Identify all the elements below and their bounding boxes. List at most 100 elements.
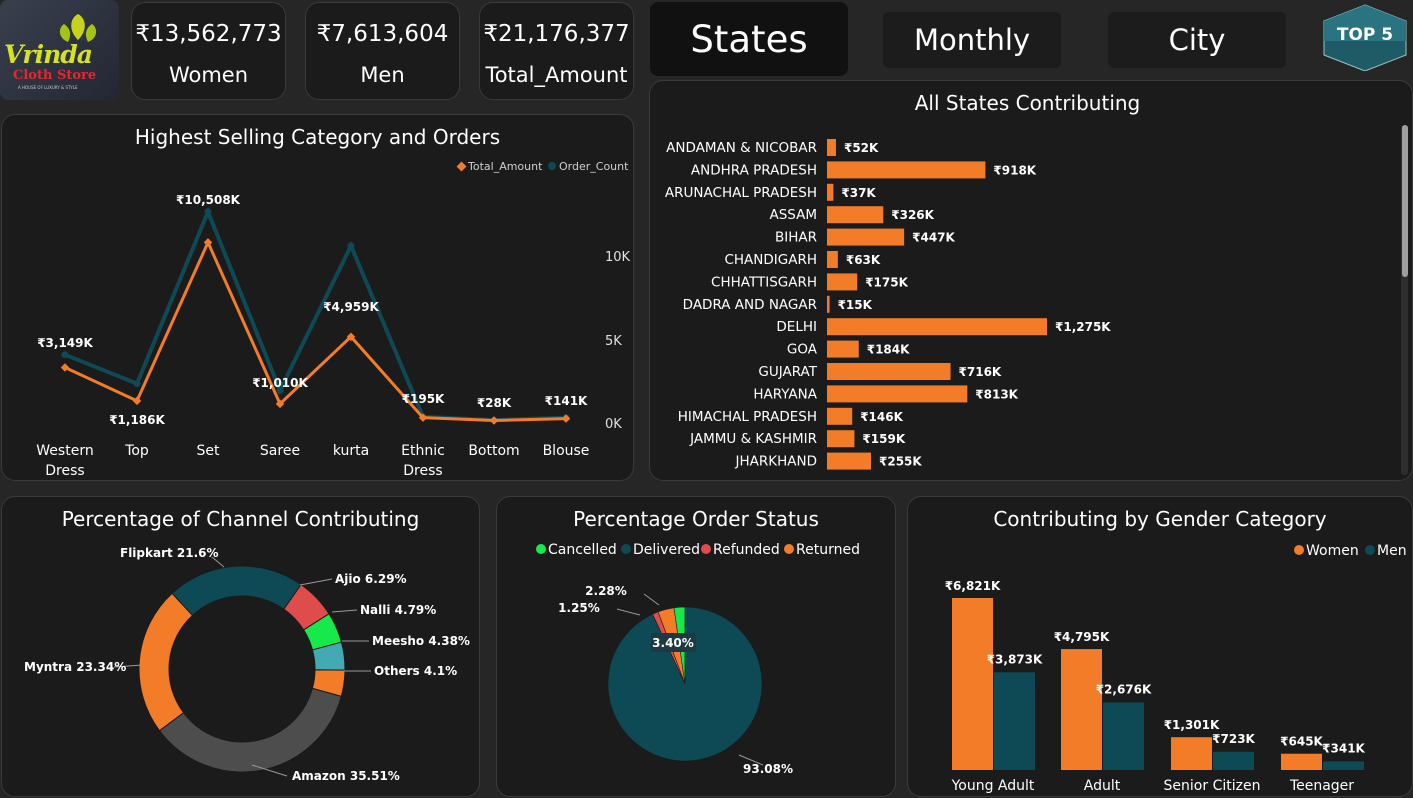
state-bar bbox=[827, 340, 859, 358]
men-bar bbox=[1213, 751, 1254, 770]
kpi-men-label: Men bbox=[360, 63, 405, 87]
channel-slice-label: Flipkart 21.6% bbox=[120, 546, 219, 560]
states-button[interactable]: States bbox=[650, 2, 848, 76]
gender-category-label: Senior Citizen bbox=[1164, 778, 1261, 794]
order-count-point bbox=[61, 351, 69, 359]
state-label: GOA bbox=[787, 342, 818, 358]
state-label: HIMACHAL PRADESH bbox=[678, 409, 817, 425]
top5-button[interactable]: TOP 5 bbox=[1320, 3, 1410, 71]
brand-logo: Vrinda Cloth Store A HOUSE OF LUXURY & S… bbox=[0, 0, 119, 100]
women-value-label: ₹4,795K bbox=[1054, 630, 1110, 644]
state-value-label: ₹326K bbox=[891, 208, 934, 222]
status-legend-dot bbox=[701, 544, 711, 554]
state-label: ANDHRA PRADESH bbox=[691, 162, 817, 178]
x-tick-label: Set bbox=[197, 443, 221, 459]
top5-label: TOP 5 bbox=[1336, 25, 1394, 45]
status-slice bbox=[607, 606, 763, 762]
channel-slice-label: Ajio 6.29% bbox=[335, 572, 407, 586]
state-label: CHANDIGARH bbox=[724, 252, 817, 268]
status-legend-label: Cancelled bbox=[548, 542, 617, 558]
state-label: BIHAR bbox=[775, 230, 817, 246]
order-count-point bbox=[204, 208, 212, 216]
state-label: HARYANA bbox=[753, 386, 817, 402]
state-label: JHARKHAND bbox=[735, 454, 817, 470]
order-count-line bbox=[64, 206, 567, 423]
channel-donut-chart: Flipkart 21.6% Ajio 6.29% Nalli 4.79% Meesh… bbox=[24, 546, 470, 783]
gender-bar-chart: Women Men ₹6,821K ₹3,873K Young Adult ₹4,79… bbox=[945, 543, 1407, 794]
logo-tagline: A HOUSE OF LUXURY & STYLE bbox=[18, 85, 78, 90]
women-bar bbox=[1171, 737, 1212, 770]
status-legend-dot bbox=[621, 544, 631, 554]
state-bar bbox=[827, 385, 968, 403]
channel-slice bbox=[158, 687, 342, 773]
kpi-men-card: ₹7,613,604 Men bbox=[305, 2, 460, 100]
women-value-label: ₹6,821K bbox=[945, 579, 1001, 593]
y-tick-0k: 0K bbox=[605, 417, 622, 432]
state-label: GUJARAT bbox=[758, 364, 817, 380]
x-tick-label: Western bbox=[36, 443, 93, 459]
state-label: ARUNACHAL PRADESH bbox=[665, 185, 817, 201]
state-bar bbox=[827, 295, 830, 313]
state-bar bbox=[827, 139, 836, 156]
men-bar bbox=[1103, 702, 1144, 770]
state-label: DADRA AND NAGAR bbox=[683, 297, 817, 313]
state-label: JAMMU & KASHMIR bbox=[689, 431, 817, 447]
kpi-total-value: ₹21,176,377 bbox=[483, 21, 630, 47]
state-value-label: ₹716K bbox=[959, 365, 1002, 379]
legend-women: Women bbox=[1306, 543, 1359, 559]
state-bar bbox=[827, 407, 853, 425]
state-value-label: ₹918K bbox=[993, 163, 1036, 177]
logo-store-name: Cloth Store bbox=[13, 68, 97, 83]
state-bar bbox=[827, 206, 884, 224]
x-tick-label: Dress bbox=[45, 463, 84, 479]
state-label: ASSAM bbox=[769, 207, 817, 223]
states-scrollbar-thumb[interactable] bbox=[1402, 125, 1408, 277]
x-tick-label: Bottom bbox=[468, 443, 519, 459]
category-line-chart: Total_Amount Order_Count 10K 5K 0K ₹3,14… bbox=[36, 160, 630, 479]
gender-category-label: Adult bbox=[1084, 778, 1121, 794]
men-value-label: ₹723K bbox=[1212, 732, 1255, 746]
men-value-label: ₹341K bbox=[1322, 741, 1365, 755]
channel-slice bbox=[171, 565, 302, 617]
women-value-label: ₹645K bbox=[1280, 735, 1323, 749]
state-value-label: ₹184K bbox=[867, 343, 910, 357]
channel-chart-card: Percentage of Channel Contributing Flipk… bbox=[1, 496, 480, 797]
state-value-label: ₹52K bbox=[844, 141, 879, 155]
kpi-women-card: ₹13,562,773 Women bbox=[131, 2, 286, 100]
total-amount-point bbox=[561, 414, 571, 423]
state-value-label: ₹813K bbox=[975, 387, 1018, 401]
city-button[interactable]: City bbox=[1108, 12, 1286, 68]
status-chart-card: Percentage Order Status Cancelled Deliver… bbox=[496, 496, 896, 797]
women-bar bbox=[1061, 649, 1102, 770]
channel-slice-label: Amazon 35.51% bbox=[292, 769, 400, 783]
channel-slice bbox=[138, 592, 194, 732]
leader-line bbox=[616, 608, 641, 616]
total-amount-point bbox=[489, 416, 499, 425]
y-tick-5k: 5K bbox=[605, 334, 622, 349]
logo-brand-name: Vrinda bbox=[4, 40, 93, 69]
state-bar bbox=[827, 363, 951, 380]
state-label: CHHATTISGARH bbox=[711, 274, 817, 290]
data-label: ₹195K bbox=[402, 392, 445, 406]
state-bar bbox=[827, 161, 986, 179]
order-count-point bbox=[347, 242, 355, 250]
legend-total-amount: Total_Amount bbox=[467, 160, 543, 173]
men-value-label: ₹3,873K bbox=[987, 652, 1043, 666]
data-label: ₹28K bbox=[477, 396, 512, 410]
data-label: ₹10,508K bbox=[176, 193, 241, 207]
monthly-button[interactable]: Monthly bbox=[883, 12, 1061, 68]
x-tick-label: Top bbox=[124, 443, 149, 459]
data-label: ₹1,186K bbox=[109, 413, 165, 427]
state-value-label: ₹255K bbox=[879, 455, 922, 469]
x-tick-label: Dress bbox=[403, 463, 442, 479]
state-value-label: ₹159K bbox=[862, 432, 905, 446]
kpi-women-value: ₹13,562,773 bbox=[135, 21, 282, 47]
gender-chart-card: Contributing by Gender Category Women Me… bbox=[907, 496, 1413, 797]
state-bar bbox=[827, 183, 834, 201]
status-slice-label: 1.25% bbox=[558, 601, 600, 615]
men-bar bbox=[994, 672, 1035, 770]
state-value-label: ₹175K bbox=[865, 275, 908, 289]
kpi-men-value: ₹7,613,604 bbox=[316, 21, 449, 47]
women-bar bbox=[1281, 753, 1322, 770]
status-legend-label: Returned bbox=[796, 542, 860, 558]
